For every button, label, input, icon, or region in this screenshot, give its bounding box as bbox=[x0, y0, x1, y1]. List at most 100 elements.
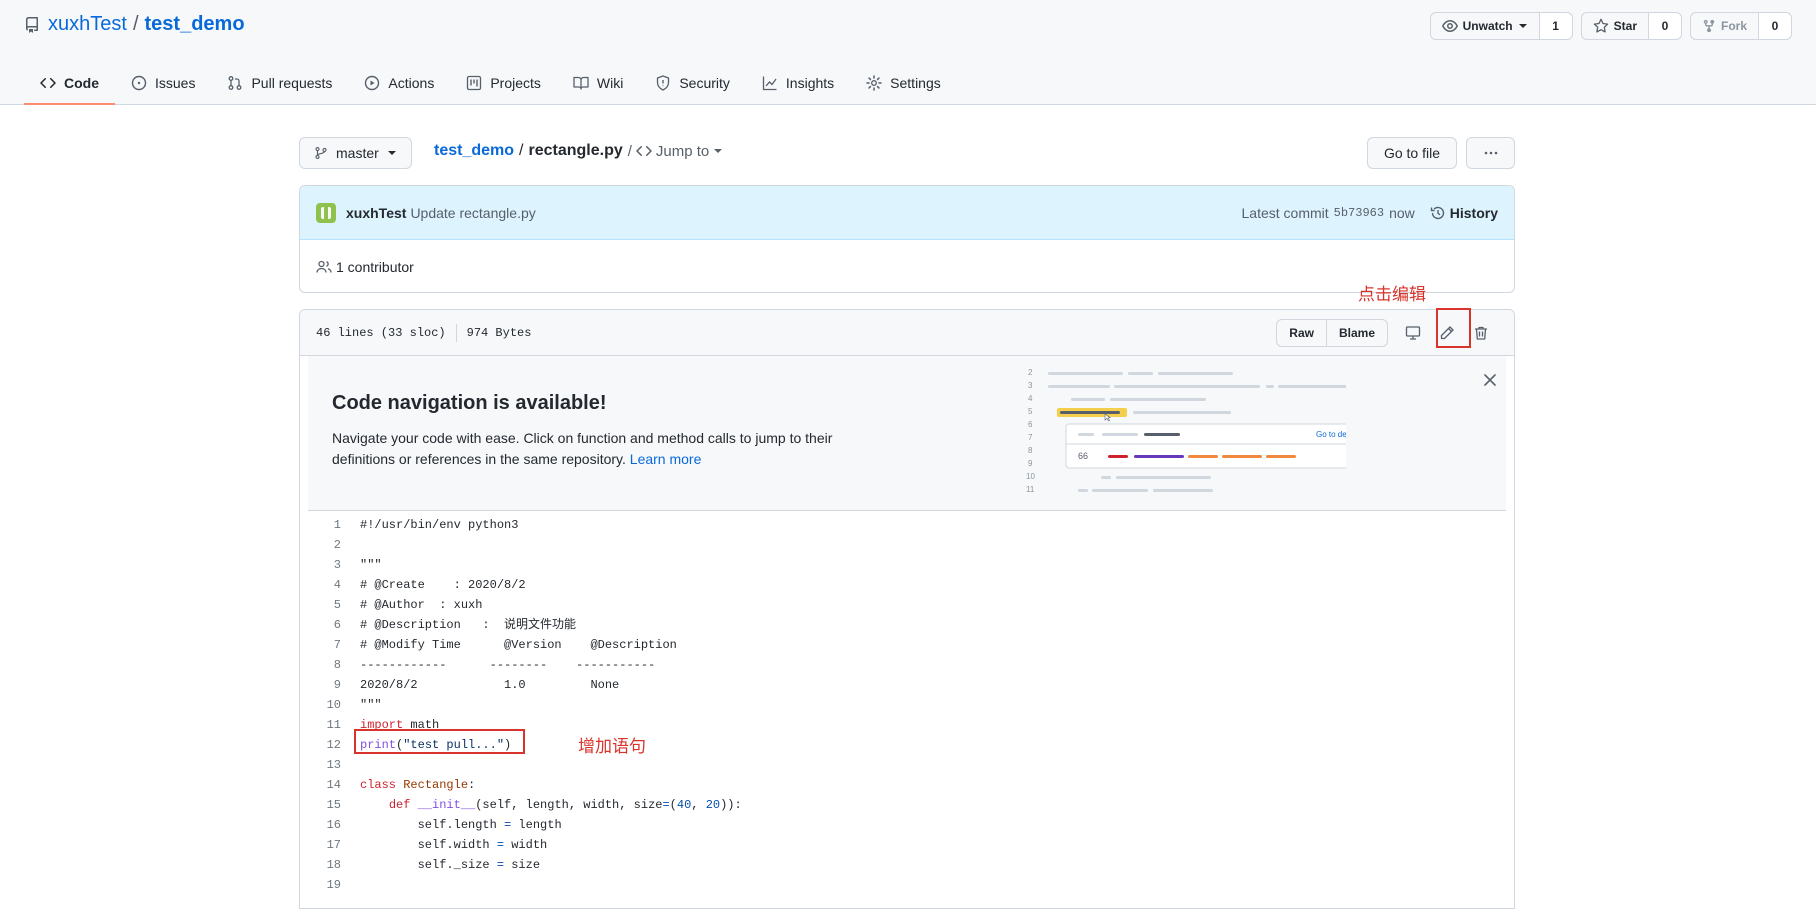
repo-name-link[interactable]: test_demo bbox=[145, 13, 245, 36]
line-number[interactable]: 12 bbox=[300, 735, 341, 755]
fork-button-group: Fork 0 bbox=[1689, 12, 1792, 40]
tab-wiki[interactable]: Wiki bbox=[557, 63, 639, 105]
star-label: Star bbox=[1613, 19, 1637, 33]
tab-insights-label: Insights bbox=[785, 75, 835, 91]
tab-pull-requests[interactable]: Pull requests bbox=[211, 63, 348, 105]
line-number[interactable]: 8 bbox=[300, 655, 341, 675]
gear-icon bbox=[866, 75, 882, 91]
watch-count[interactable]: 1 bbox=[1539, 13, 1572, 39]
code-navigation-banner: Code navigation is available! Navigate y… bbox=[308, 356, 1506, 511]
tab-security[interactable]: Security bbox=[639, 63, 746, 105]
contributors-count: 1 contributor bbox=[336, 258, 414, 275]
line-content bbox=[341, 755, 360, 775]
caret-down-icon bbox=[714, 149, 723, 153]
star-count[interactable]: 0 bbox=[1648, 13, 1681, 39]
code-line: 18 self._size = size bbox=[300, 855, 1514, 875]
line-content: def __init__(self, length, width, size=(… bbox=[388, 798, 742, 812]
line-number[interactable]: 6 bbox=[300, 615, 341, 635]
illus-line-number: 10 bbox=[1026, 472, 1035, 481]
line-number[interactable]: 2 bbox=[300, 535, 341, 555]
tab-code-label: Code bbox=[64, 75, 99, 91]
repo-owner-link[interactable]: xuxhTest bbox=[48, 13, 127, 36]
breadcrumb-file: rectangle.py bbox=[528, 142, 623, 159]
jump-separator: / bbox=[627, 142, 632, 160]
line-number[interactable]: 3 bbox=[300, 555, 341, 575]
breadcrumb: test_demo / rectangle.py / Jump to bbox=[434, 142, 723, 160]
code-navigation-illustration: 2 3 4 5 6 7 8 9 10 11 Go to de 66 bbox=[1026, 368, 1346, 494]
branch-icon bbox=[315, 147, 327, 159]
jump-to-button[interactable]: / Jump to bbox=[628, 143, 724, 160]
fork-button[interactable]: Fork bbox=[1691, 13, 1759, 39]
line-content: #!/usr/bin/env python3 bbox=[360, 518, 519, 532]
line-number[interactable]: 15 bbox=[300, 795, 341, 815]
code-icon bbox=[40, 77, 56, 89]
line-content: self.length = length bbox=[360, 818, 562, 832]
commit-sha[interactable]: 5b73963 bbox=[1334, 206, 1384, 220]
repo-title: xuxhTest / test_demo bbox=[24, 13, 245, 36]
project-icon bbox=[467, 75, 482, 91]
tab-actions[interactable]: Actions bbox=[348, 63, 450, 105]
blame-button[interactable]: Blame bbox=[1325, 319, 1387, 346]
line-content bbox=[341, 875, 360, 895]
illus-line-number: 9 bbox=[1028, 459, 1033, 468]
line-content: 2020/8/2 1.0 None bbox=[360, 678, 620, 692]
breadcrumb-repo-link[interactable]: test_demo bbox=[434, 142, 514, 160]
star-button[interactable]: Star bbox=[1582, 13, 1649, 39]
open-desktop-button[interactable] bbox=[1396, 319, 1430, 347]
commit-time: now bbox=[1389, 204, 1415, 221]
more-options-button[interactable] bbox=[1466, 137, 1515, 169]
tab-issues-label: Issues bbox=[155, 75, 196, 91]
history-link[interactable]: History bbox=[1430, 205, 1498, 221]
tab-issues[interactable]: Issues bbox=[115, 63, 211, 105]
avatar[interactable] bbox=[316, 202, 336, 223]
line-content: # @Description : 说明文件功能 bbox=[360, 618, 577, 632]
add-statement-annotation: 增加语句 bbox=[578, 737, 646, 757]
tab-settings[interactable]: Settings bbox=[850, 63, 957, 105]
code-line: 19 bbox=[300, 875, 1514, 895]
line-number[interactable]: 19 bbox=[300, 875, 341, 895]
fork-label: Fork bbox=[1720, 19, 1747, 33]
contributors-row[interactable]: 1 contributor bbox=[300, 240, 1514, 293]
line-number[interactable]: 18 bbox=[300, 855, 341, 875]
tab-projects[interactable]: Projects bbox=[450, 63, 557, 105]
tab-insights[interactable]: Insights bbox=[746, 63, 850, 105]
illus-line-number: 7 bbox=[1028, 433, 1033, 442]
illus-go-to-definition: Go to definition bbox=[1316, 430, 1346, 439]
line-number[interactable]: 11 bbox=[300, 715, 341, 735]
tab-code[interactable]: Code bbox=[24, 63, 115, 105]
caret-down-icon bbox=[1518, 24, 1527, 28]
line-number[interactable]: 7 bbox=[300, 635, 341, 655]
issue-icon bbox=[131, 75, 147, 91]
eye-icon bbox=[1441, 20, 1458, 32]
line-number[interactable]: 10 bbox=[300, 695, 341, 715]
unwatch-label: Unwatch bbox=[1462, 19, 1513, 33]
file-header: 46 lines (33 sloc) 974 Bytes Raw Blame bbox=[300, 310, 1514, 356]
line-number[interactable]: 17 bbox=[300, 835, 341, 855]
close-icon[interactable] bbox=[1482, 372, 1498, 388]
go-to-file-button[interactable]: Go to file bbox=[1366, 137, 1457, 169]
commit-author[interactable]: xuxhTest bbox=[346, 205, 406, 221]
line-number[interactable]: 14 bbox=[300, 775, 341, 795]
line-number[interactable]: 9 bbox=[300, 675, 341, 695]
unwatch-button[interactable]: Unwatch bbox=[1431, 13, 1540, 39]
learn-more-link[interactable]: Learn more bbox=[630, 451, 702, 467]
code-navigation-description: Navigate your code with ease. Click on f… bbox=[332, 428, 892, 470]
file-navigation: master test_demo / rectangle.py / Jump t… bbox=[299, 137, 1515, 171]
raw-button[interactable]: Raw bbox=[1277, 320, 1326, 346]
code-line: 9 2020/8/2 1.0 None bbox=[300, 675, 1514, 695]
branch-select-button[interactable]: master bbox=[299, 137, 412, 169]
line-number[interactable]: 4 bbox=[300, 575, 341, 595]
line-number[interactable]: 1 bbox=[300, 515, 341, 535]
code-line: 14 class Rectangle: bbox=[300, 775, 1514, 795]
fork-count[interactable]: 0 bbox=[1759, 13, 1791, 39]
line-number[interactable]: 5 bbox=[300, 595, 341, 615]
commit-message[interactable]: Update rectangle.py bbox=[410, 205, 535, 221]
code-line: 10 """ bbox=[300, 695, 1514, 715]
line-number[interactable]: 16 bbox=[300, 815, 341, 835]
code-line: 4 # @Create : 2020/8/2 bbox=[300, 575, 1514, 595]
code-icon bbox=[636, 145, 652, 157]
line-number[interactable]: 13 bbox=[300, 755, 341, 775]
commit-summary: xuxhTest Update rectangle.py Latest comm… bbox=[300, 186, 1514, 240]
illus-line-number: 3 bbox=[1028, 381, 1033, 390]
illus-line-number: 5 bbox=[1028, 407, 1033, 416]
